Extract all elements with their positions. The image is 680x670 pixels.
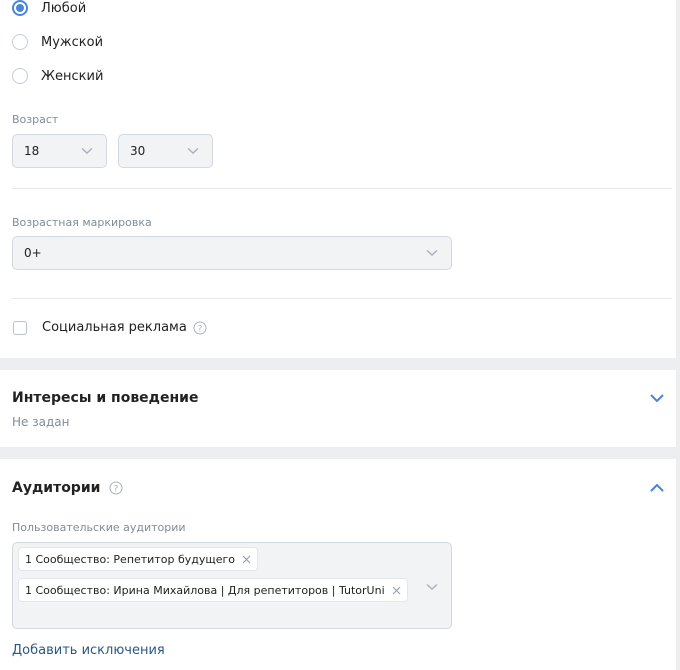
demographics-card: Любой Мужской Женский Возраст 18 30 Возр… [0, 0, 676, 358]
radio-unchecked-icon [12, 68, 28, 84]
interests-status: Не задан [12, 415, 70, 429]
custom-audiences-label: Пользовательские аудитории [12, 521, 186, 534]
chevron-down-icon [187, 147, 199, 154]
age-from-select[interactable]: 18 [12, 134, 107, 168]
social-ad-checkbox[interactable]: Социальная реклама ? [13, 320, 207, 335]
audience-chip-label: 1 Сообщество: Ирина Михайлова | Для репе… [25, 583, 385, 597]
audience-chip: 1 Сообщество: Ирина Михайлова | Для репе… [19, 579, 407, 601]
gender-option-male[interactable]: Мужской [12, 34, 103, 50]
interests-card: Интересы и поведение Не задан [0, 370, 676, 447]
audience-chip: 1 Сообщество: Репетитор будущего [19, 548, 257, 570]
social-ad-label: Социальная реклама [42, 320, 187, 335]
age-marking-value: 0+ [24, 246, 42, 260]
gender-option-any[interactable]: Любой [12, 0, 86, 16]
checkbox-icon [13, 320, 27, 335]
gender-option-female[interactable]: Женский [12, 68, 103, 84]
svg-text:?: ? [197, 324, 202, 334]
audience-chip-label: 1 Сообщество: Репетитор будущего [25, 552, 235, 566]
close-icon[interactable] [392, 586, 401, 595]
age-to-select[interactable]: 30 [118, 134, 213, 168]
chevron-up-icon[interactable] [650, 483, 664, 492]
chevron-down-icon[interactable] [650, 394, 664, 403]
svg-text:?: ? [114, 484, 119, 494]
add-exclusions-link[interactable]: Добавить исключения [12, 643, 165, 658]
gender-option-label: Мужской [41, 34, 104, 50]
chevron-down-icon [426, 249, 438, 256]
gender-option-label: Любой [41, 0, 87, 16]
interests-title: Интересы и поведение [12, 390, 199, 406]
chevron-down-icon [81, 147, 93, 154]
gender-option-label: Женский [41, 68, 104, 84]
audiences-header: Аудитории ? [12, 480, 123, 496]
chevron-down-icon[interactable] [426, 583, 438, 591]
help-icon[interactable]: ? [193, 321, 207, 335]
help-icon[interactable]: ? [109, 481, 123, 495]
divider [12, 188, 672, 189]
age-marking-label: Возрастная маркировка [12, 216, 152, 229]
radio-checked-icon [12, 0, 28, 16]
age-marking-select[interactable]: 0+ [12, 236, 452, 270]
close-icon[interactable] [242, 555, 251, 564]
radio-unchecked-icon [12, 34, 28, 50]
custom-audiences-select[interactable]: 1 Сообщество: Репетитор будущего 1 Сообщ… [12, 542, 452, 629]
age-from-value: 18 [24, 144, 40, 158]
age-to-value: 30 [130, 144, 146, 158]
age-label: Возраст [12, 113, 59, 126]
divider [12, 298, 672, 299]
audiences-title: Аудитории [12, 480, 101, 496]
